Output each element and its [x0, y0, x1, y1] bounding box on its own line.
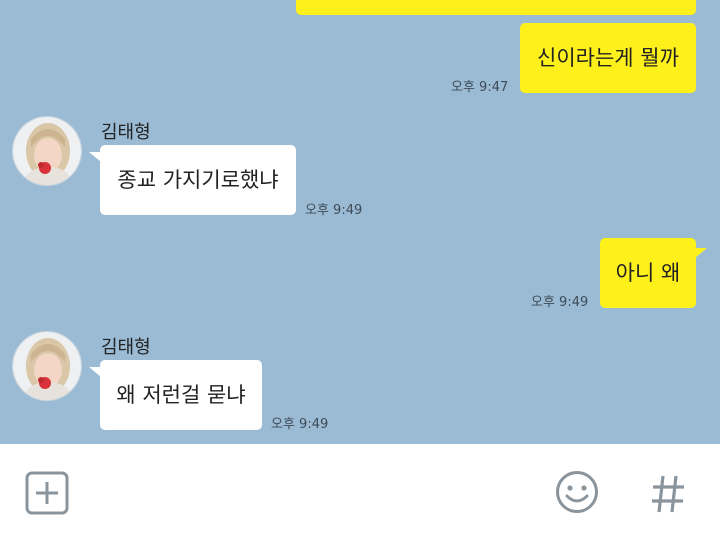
message-bubble-mine[interactable]: 아니 왜 — [600, 238, 696, 308]
chat-area[interactable]: 오후 9:47 신이라는게 뭘까 김태형 종교 가지기로했냐 오후 9:49 오… — [0, 0, 720, 444]
avatar[interactable] — [12, 116, 82, 186]
input-bar — [0, 444, 720, 540]
message-time: 오후 9:49 — [305, 203, 363, 218]
message-text: 아니 왜 — [615, 260, 681, 285]
message-bubble-theirs[interactable]: 왜 저런걸 묻냐 — [100, 360, 262, 430]
profile-photo — [13, 117, 81, 185]
message-time: 오후 9:49 — [531, 295, 589, 310]
message-bubble-mine[interactable]: 신이라는게 뭘까 — [520, 23, 696, 93]
message-text: 왜 저런걸 묻냐 — [116, 382, 246, 407]
profile-photo — [13, 332, 81, 400]
sender-name: 김태형 — [101, 122, 151, 143]
message-bubble-partial[interactable] — [296, 0, 696, 15]
emoji-smile-icon[interactable] — [555, 470, 601, 520]
plus-square-icon[interactable] — [25, 471, 71, 521]
bubble-tail — [695, 248, 707, 258]
avatar[interactable] — [12, 331, 82, 401]
hash-icon[interactable] — [648, 472, 688, 520]
message-time: 오후 9:47 — [451, 80, 509, 95]
message-text: 종교 가지기로했냐 — [117, 167, 279, 192]
message-time: 오후 9:49 — [271, 417, 329, 432]
sender-name: 김태형 — [101, 337, 151, 358]
message-bubble-theirs[interactable]: 종교 가지기로했냐 — [100, 145, 296, 215]
message-text: 신이라는게 뭘까 — [537, 45, 679, 70]
